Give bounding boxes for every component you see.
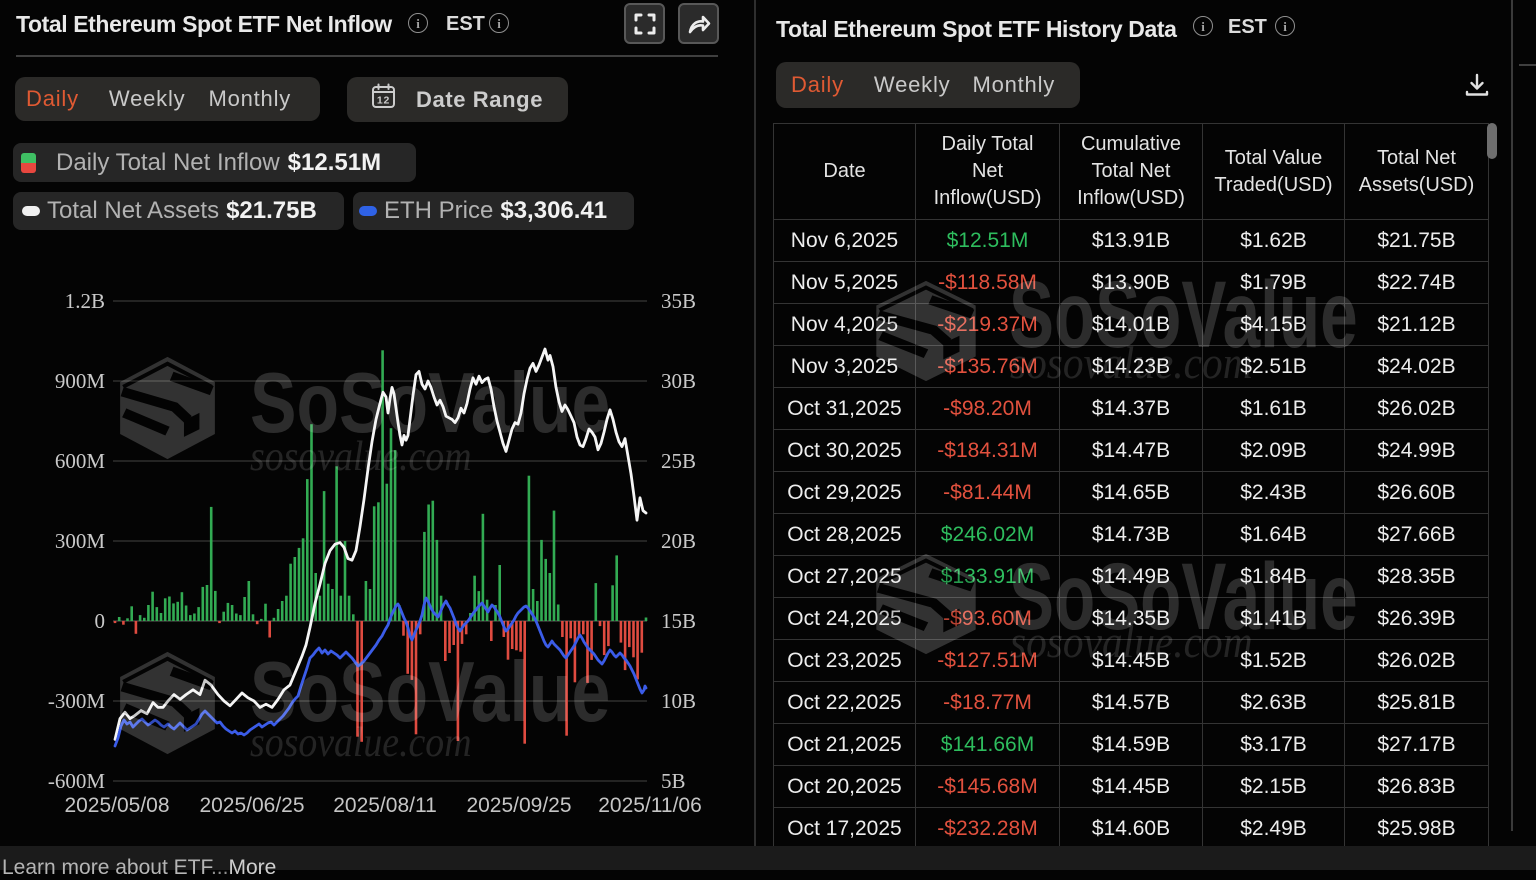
- svg-text:35B: 35B: [661, 289, 696, 313]
- svg-text:2025/08/11: 2025/08/11: [333, 794, 437, 817]
- svg-text:10B: 10B: [661, 689, 696, 713]
- svg-text:2025/09/25: 2025/09/25: [466, 794, 571, 817]
- svg-text:2025/05/08: 2025/05/08: [64, 794, 169, 817]
- svg-text:1.2B: 1.2B: [65, 289, 105, 313]
- svg-text:-600M: -600M: [48, 769, 105, 793]
- svg-text:-300M: -300M: [48, 689, 105, 713]
- svg-text:5B: 5B: [661, 769, 686, 793]
- svg-text:600M: 600M: [55, 449, 106, 473]
- svg-text:25B: 25B: [661, 449, 696, 473]
- svg-text:30B: 30B: [661, 369, 696, 393]
- svg-text:300M: 300M: [55, 529, 106, 553]
- svg-text:2025/11/06: 2025/11/06: [598, 794, 702, 817]
- svg-text:2025/06/25: 2025/06/25: [199, 794, 304, 817]
- svg-text:20B: 20B: [661, 529, 696, 553]
- svg-text:900M: 900M: [55, 369, 106, 393]
- svg-text:0: 0: [95, 609, 106, 633]
- svg-text:15B: 15B: [661, 609, 696, 633]
